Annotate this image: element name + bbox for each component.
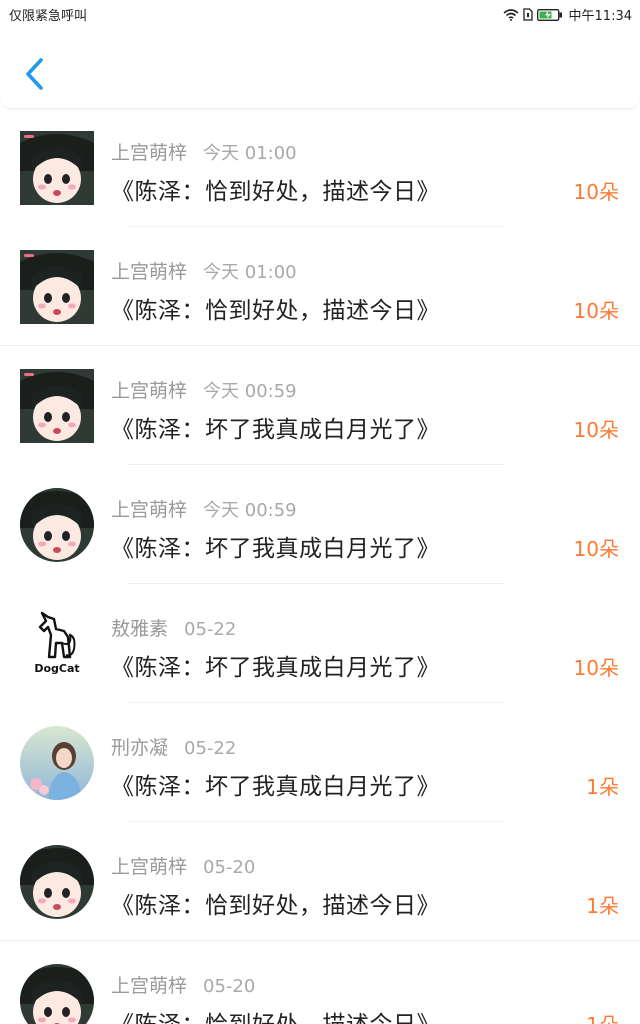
send-time: 今天 01:00 — [203, 143, 297, 164]
work-title: 《陈泽：坏了我真成白月光了》 — [111, 655, 440, 681]
list-item[interactable]: 上宫萌梓 05-20 《陈泽：恰到好处，描述今日》 1朵 — [0, 822, 640, 941]
send-time: 05-20 — [203, 976, 256, 997]
work-title: 《陈泽：恰到好处，描述今日》 — [111, 1005, 440, 1024]
work-title: 《陈泽：恰到好处，描述今日》 — [111, 298, 440, 324]
gift-record-list[interactable]: 上宫萌梓 今天 01:00 《陈泽：恰到好处，描述今日》 10朵 上宫萌梓 今天 0… — [0, 108, 640, 1024]
name-line: 上宫萌梓 05-20 — [111, 971, 255, 998]
gift-amount: 10朵 — [573, 299, 619, 323]
work-title: 《陈泽：坏了我真成白月光了》 — [111, 417, 440, 443]
send-time: 今天 00:59 — [203, 381, 297, 402]
send-time: 05-22 — [184, 738, 237, 759]
status-time: 中午11:34 — [568, 9, 632, 24]
gift-amount: 10朵 — [573, 418, 619, 442]
name-line: 上宫萌梓 今天 00:59 — [111, 376, 297, 403]
avatar[interactable] — [20, 488, 94, 562]
list-item[interactable]: 上宫萌梓 05-20 《陈泽：恰到好处，描述今日》 1朵 — [0, 941, 640, 1024]
sim-icon — [522, 8, 533, 21]
dogcat-logo: DogCat — [20, 607, 94, 681]
work-title: 《陈泽：坏了我真成白月光了》 — [111, 774, 440, 800]
name-line: 上宫萌梓 今天 01:00 — [111, 257, 297, 284]
sender-name: 刑亦凝 — [111, 737, 169, 759]
send-time: 05-22 — [184, 619, 237, 640]
list-item[interactable]: DogCat 敖雅素 05-22 《陈泽：坏了我真成白月光了》 10朵 — [0, 584, 640, 703]
avatar[interactable] — [20, 250, 94, 324]
avatar[interactable]: DogCat — [20, 607, 94, 681]
list-item[interactable]: 刑亦凝 05-22 《陈泽：坏了我真成白月光了》 1朵 — [0, 703, 640, 822]
name-line: 上宫萌梓 今天 01:00 — [111, 138, 297, 165]
name-line: 上宫萌梓 05-20 — [111, 852, 255, 879]
sender-name: 上宫萌梓 — [111, 380, 188, 402]
sender-name: 上宫萌梓 — [111, 856, 188, 878]
send-time: 今天 01:00 — [203, 262, 297, 283]
battery-charging-icon — [536, 8, 562, 21]
name-line: 敖雅素 05-22 — [111, 614, 236, 641]
gift-amount: 10朵 — [573, 180, 619, 204]
avatar[interactable] — [20, 726, 94, 800]
status-icons — [503, 8, 563, 21]
status-bar: 仅限紧急呼叫 中午11:34 — [0, 0, 640, 26]
work-title: 《陈泽：恰到好处，描述今日》 — [111, 179, 440, 205]
back-button[interactable] — [20, 54, 50, 94]
list-item[interactable]: 上宫萌梓 今天 00:59 《陈泽：坏了我真成白月光了》 10朵 — [0, 465, 640, 584]
work-title: 《陈泽：恰到好处，描述今日》 — [111, 893, 440, 919]
avatar[interactable] — [20, 964, 94, 1024]
gift-amount: 1朵 — [586, 894, 619, 918]
avatar[interactable] — [20, 369, 94, 443]
name-line: 刑亦凝 05-22 — [111, 733, 236, 760]
status-right: 中午11:34 — [503, 5, 632, 24]
photo-avatar — [20, 726, 94, 800]
wifi-icon — [503, 8, 519, 21]
chevron-left-icon — [26, 58, 43, 90]
gift-amount: 10朵 — [573, 537, 619, 561]
avatar[interactable] — [20, 131, 94, 205]
list-item[interactable]: 上宫萌梓 今天 01:00 《陈泽：恰到好处，描述今日》 10朵 — [0, 227, 640, 346]
name-line: 上宫萌梓 今天 00:59 — [111, 495, 297, 522]
status-text: 仅限紧急呼叫 — [9, 9, 88, 24]
list-item[interactable]: 上宫萌梓 今天 00:59 《陈泽：坏了我真成白月光了》 10朵 — [0, 346, 640, 465]
sender-name: 上宫萌梓 — [111, 261, 188, 283]
send-time: 05-20 — [203, 857, 256, 878]
sender-name: 上宫萌梓 — [111, 142, 188, 164]
list-item[interactable]: 上宫萌梓 今天 01:00 《陈泽：恰到好处，描述今日》 10朵 — [0, 108, 640, 227]
gift-amount: 1朵 — [586, 1009, 619, 1024]
gift-amount: 10朵 — [573, 656, 619, 680]
avatar[interactable] — [20, 845, 94, 919]
work-title: 《陈泽：坏了我真成白月光了》 — [111, 536, 440, 562]
svg-text:DogCat: DogCat — [34, 662, 79, 675]
header — [0, 26, 640, 109]
sender-name: 上宫萌梓 — [111, 975, 188, 997]
sender-name: 上宫萌梓 — [111, 499, 188, 521]
sender-name: 敖雅素 — [111, 618, 169, 640]
send-time: 今天 00:59 — [203, 500, 297, 521]
gift-amount: 1朵 — [586, 775, 619, 799]
